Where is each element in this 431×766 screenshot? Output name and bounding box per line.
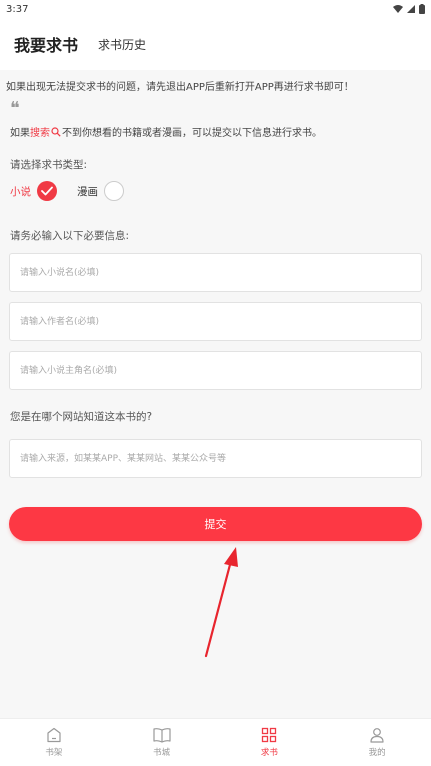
quote-icon: ❝ [10,98,20,119]
profile-icon [370,728,384,743]
bookshelf-icon [47,727,61,743]
source-input[interactable] [10,440,421,477]
type-selector: 小说 漫画 [10,181,144,201]
author-name-field [9,302,422,341]
type-option-novel-label: 小说 [10,185,31,198]
checked-icon [37,181,57,201]
nav-bookshelf-label: 书架 [45,748,63,758]
signal-icon [407,5,415,13]
book-store-icon [153,728,171,743]
request-form: 如果出现无法提交求书的问题，请先退出APP后重新打开APP再进行求书即可！ ❝ … [0,70,431,718]
nav-request-book-label: 求书 [260,748,278,758]
nav-bookshelf[interactable]: 书架 [0,719,108,766]
type-option-novel[interactable]: 小说 [10,181,57,201]
battery-icon [419,4,425,14]
nav-profile-label: 我的 [368,748,386,758]
intro-search-link[interactable]: 搜索 [30,124,50,139]
notice-text: 如果出现无法提交求书的问题，请先退出APP后重新打开APP再进行求书即可！ [6,82,354,93]
bottom-nav: 书架 书城 求书 我的 [0,718,431,766]
novel-name-input[interactable] [10,254,421,291]
type-section-label: 请选择求书类型: [10,159,88,171]
status-time: 3:37 [6,3,29,15]
nav-bookstore-label: 书城 [153,748,171,758]
top-tabs: 我要求书 求书历史 [0,22,431,66]
source-field [9,439,422,478]
search-icon [51,126,61,137]
protagonist-name-input[interactable] [10,352,421,389]
protagonist-name-field [9,351,422,390]
nav-profile[interactable]: 我的 [323,719,431,766]
wifi-icon [393,5,403,13]
type-option-comic-label: 漫画 [77,185,98,198]
required-section-label: 请务必输入以下必要信息: [10,230,130,242]
intro-text: 如果 搜索 不到你想看的书籍或者漫画，可以提交以下信息进行求书。 [10,124,322,139]
source-section-label: 您是在哪个网站知道这本书的? [10,411,153,423]
nav-request-book[interactable]: 求书 [216,719,324,766]
nav-bookstore[interactable]: 书城 [108,719,216,766]
request-book-icon [262,727,277,743]
tab-request-book[interactable]: 我要求书 [14,32,78,56]
submit-button[interactable]: 提交 [9,507,422,541]
status-bar: 3:37 [0,0,431,18]
author-name-input[interactable] [10,303,421,340]
type-option-comic[interactable]: 漫画 [77,181,124,201]
unchecked-circle-icon [104,181,124,201]
status-icons [393,4,425,14]
novel-name-field [9,253,422,292]
intro-prefix: 如果 [10,128,30,139]
tab-request-history[interactable]: 求书历史 [98,36,146,53]
intro-suffix: 不到你想看的书籍或者漫画，可以提交以下信息进行求书。 [62,128,322,139]
